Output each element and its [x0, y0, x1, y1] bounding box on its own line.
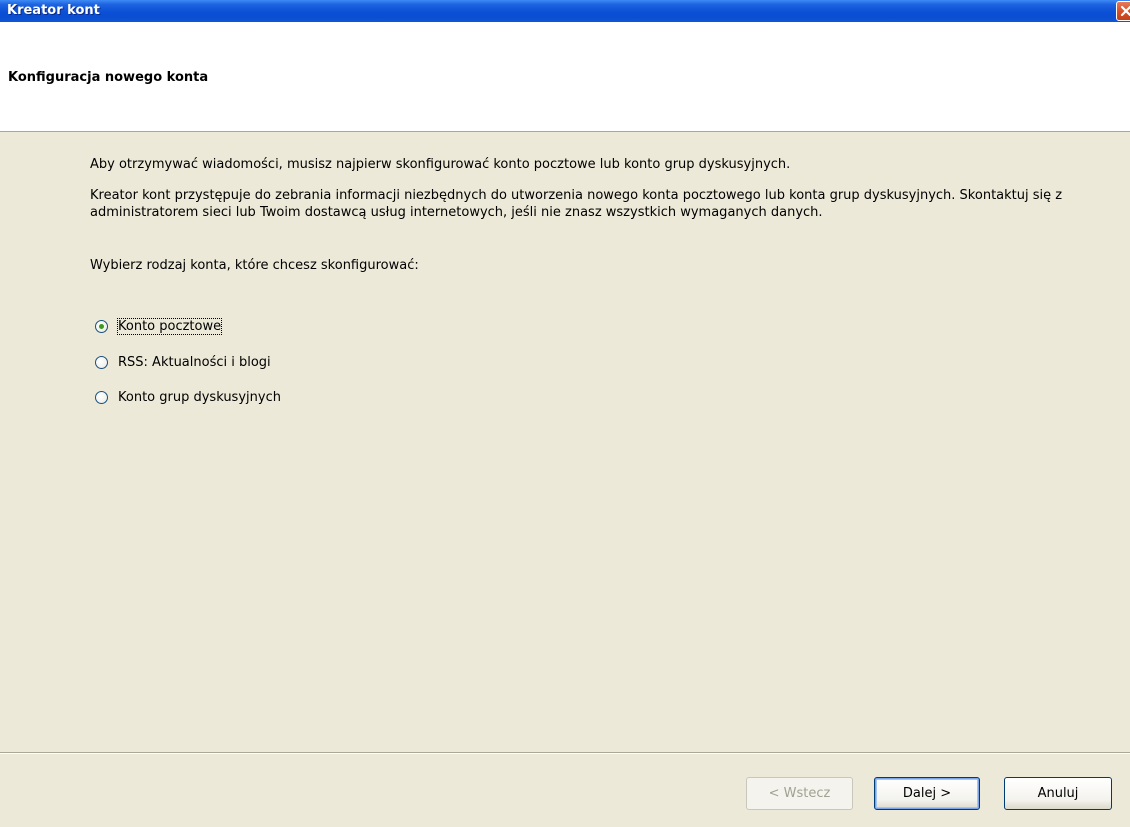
footer-divider	[0, 752, 1130, 754]
radio-button-email[interactable]	[95, 319, 108, 333]
radio-newsgroup-account[interactable]: Konto grup dyskusyjnych	[95, 387, 281, 407]
account-wizard-window: Kreator kont Konfiguracja nowego konta A…	[0, 0, 1130, 827]
radio-label-newsgroup[interactable]: Konto grup dyskusyjnych	[118, 390, 281, 405]
radio-button-rss[interactable]	[95, 355, 108, 369]
page-title: Konfiguracja nowego konta	[8, 70, 209, 85]
window-title: Kreator kont	[7, 3, 100, 18]
back-button[interactable]: < Wstecz	[746, 777, 853, 810]
radio-label-rss[interactable]: RSS: Aktualności i blogi	[118, 355, 271, 370]
radio-rss-account[interactable]: RSS: Aktualności i blogi	[95, 352, 271, 372]
next-button[interactable]: Dalej >	[874, 777, 980, 810]
prompt-text: Wybierz rodzaj konta, które chcesz skonf…	[90, 258, 419, 273]
description-text: Kreator kont przystępuje do zebrania inf…	[90, 188, 1063, 220]
close-button[interactable]	[1116, 1, 1130, 21]
radio-button-newsgroup[interactable]	[95, 390, 108, 404]
wizard-header: Konfiguracja nowego konta	[0, 22, 1130, 132]
radio-selected-dot	[99, 323, 104, 329]
cancel-button[interactable]: Anuluj	[1004, 777, 1112, 810]
radio-email-account[interactable]: Konto pocztowe	[95, 316, 223, 336]
title-bar[interactable]: Kreator kont	[0, 0, 1130, 22]
radio-label-email[interactable]: Konto pocztowe	[116, 317, 223, 335]
intro-text: Aby otrzymywać wiadomości, musisz najpie…	[90, 157, 791, 172]
close-icon	[1120, 5, 1130, 17]
